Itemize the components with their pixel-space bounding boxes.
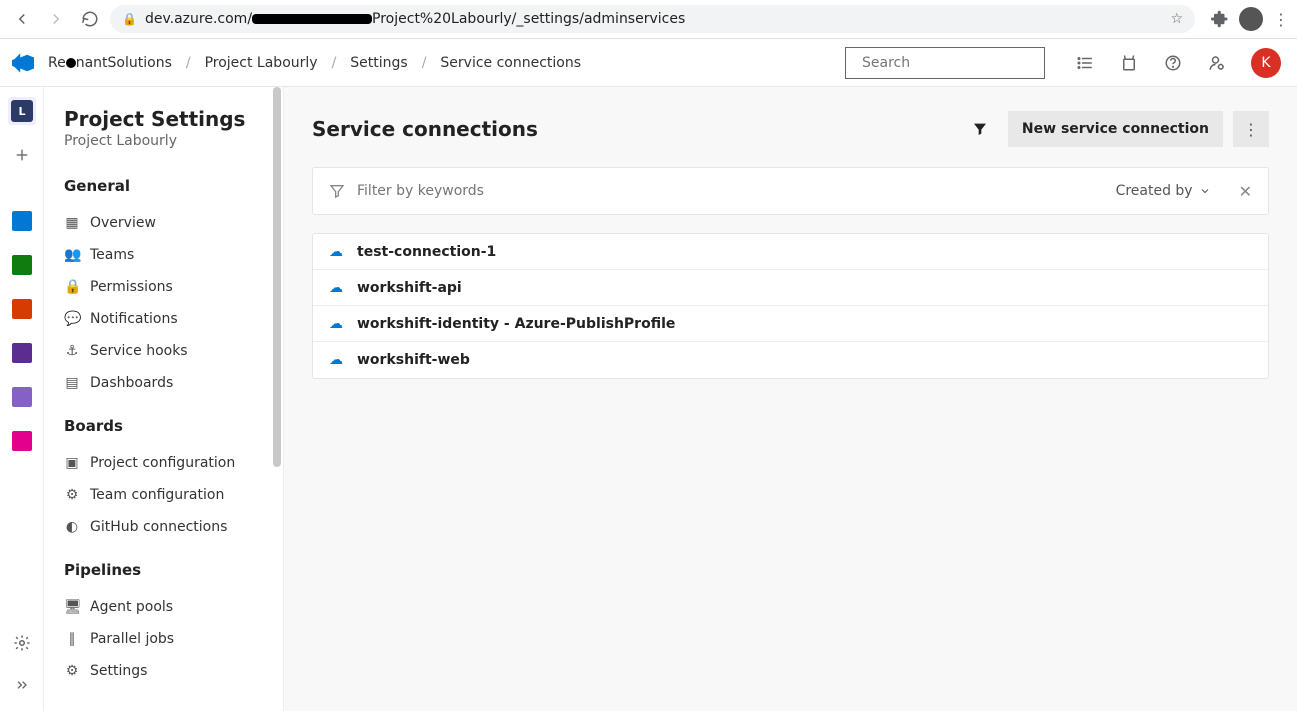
page-title: Project Settings <box>64 107 283 131</box>
hook-icon: ⚓ <box>64 343 80 359</box>
profile-avatar[interactable] <box>1239 7 1263 31</box>
connection-row[interactable]: ☁ workshift-identity - Azure-PublishProf… <box>313 306 1268 342</box>
rail-add-icon[interactable] <box>8 141 36 169</box>
github-icon: ◐ <box>64 519 80 535</box>
sidebar-item-dashboards[interactable]: ▤Dashboards <box>64 367 283 399</box>
sidebar-item-agent-pools[interactable]: 🖥Agent pools <box>64 591 283 623</box>
main-content: Service connections New service connecti… <box>284 87 1297 711</box>
clear-filter-icon[interactable]: ✕ <box>1239 182 1252 201</box>
rail-settings-icon[interactable] <box>8 629 36 657</box>
sidebar-item-github[interactable]: ◐GitHub connections <box>64 511 283 543</box>
connection-name: workshift-web <box>357 352 470 368</box>
azure-devops-logo-icon[interactable] <box>12 52 34 74</box>
funnel-icon <box>329 183 345 199</box>
azure-header: RenantSolutions / Project Labourly / Set… <box>0 39 1297 87</box>
svg-text:L: L <box>18 105 25 118</box>
chat-icon: 💬 <box>64 311 80 327</box>
global-search[interactable] <box>845 47 1045 79</box>
extensions-icon[interactable] <box>1211 10 1229 28</box>
teams-icon: 👥 <box>64 247 80 263</box>
browser-chrome: 🔒 dev.azure.com/Project%20Labourly/_sett… <box>0 0 1297 39</box>
agent-icon: 🖥 <box>64 599 80 615</box>
lock-icon: 🔒 <box>64 279 80 295</box>
rail-pipelines-icon[interactable] <box>8 339 36 367</box>
address-bar[interactable]: 🔒 dev.azure.com/Project%20Labourly/_sett… <box>110 5 1195 33</box>
rail-boards-icon[interactable] <box>8 251 36 279</box>
connection-row[interactable]: ☁ test-connection-1 <box>313 234 1268 270</box>
rail-testplans-icon[interactable] <box>8 383 36 411</box>
rail-expand-icon[interactable] <box>8 671 36 699</box>
breadcrumb: RenantSolutions / Project Labourly / Set… <box>48 55 581 71</box>
section-boards: Boards <box>64 417 283 435</box>
bookmark-star-icon[interactable]: ☆ <box>1170 11 1183 27</box>
sidebar-item-team-config[interactable]: ⚙Team configuration <box>64 479 283 511</box>
cloud-icon: ☁ <box>329 316 343 332</box>
connection-name: workshift-api <box>357 280 462 296</box>
user-avatar[interactable]: K <box>1251 48 1281 78</box>
section-general: General <box>64 177 283 195</box>
sidebar-item-project-config[interactable]: ▣Project configuration <box>64 447 283 479</box>
back-button[interactable] <box>8 5 36 33</box>
rail-artifacts-icon[interactable] <box>8 427 36 455</box>
more-actions-button[interactable]: ⋮ <box>1233 111 1269 147</box>
sidebar-item-permissions[interactable]: 🔒Permissions <box>64 271 283 303</box>
nav-rail: L <box>0 87 44 711</box>
connections-list: ☁ test-connection-1 ☁ workshift-api ☁ wo… <box>312 233 1269 379</box>
cloud-icon: ☁ <box>329 352 343 368</box>
sidebar-item-pipeline-settings[interactable]: ⚙Settings <box>64 655 283 687</box>
overview-icon: ▦ <box>64 215 80 231</box>
chrome-menu-icon[interactable]: ⋮ <box>1273 10 1289 29</box>
reload-button[interactable] <box>76 5 104 33</box>
breadcrumb-settings[interactable]: Settings <box>350 55 407 71</box>
connection-row[interactable]: ☁ workshift-api <box>313 270 1268 306</box>
lock-icon: 🔒 <box>122 12 137 26</box>
filter-input[interactable] <box>357 183 1104 199</box>
new-service-connection-button[interactable]: New service connection <box>1008 111 1223 147</box>
section-pipelines: Pipelines <box>64 561 283 579</box>
cloud-icon: ☁ <box>329 280 343 296</box>
project-config-icon: ▣ <box>64 455 80 471</box>
cloud-icon: ☁ <box>329 244 343 260</box>
team-config-icon: ⚙ <box>64 487 80 503</box>
rail-overview-icon[interactable] <box>8 207 36 235</box>
gear-icon: ⚙ <box>64 663 80 679</box>
parallel-icon: ∥ <box>64 631 80 647</box>
url-text: dev.azure.com/Project%20Labourly/_settin… <box>145 11 1162 27</box>
filter-bar: Created by ✕ <box>312 167 1269 215</box>
main-title: Service connections <box>312 117 538 141</box>
chevron-down-icon <box>1199 185 1211 197</box>
sidebar-item-service-hooks[interactable]: ⚓Service hooks <box>64 335 283 367</box>
created-by-dropdown[interactable]: Created by <box>1116 183 1211 199</box>
sidebar-item-notifications[interactable]: 💬Notifications <box>64 303 283 335</box>
settings-sidebar: Project Settings Project Labourly Genera… <box>44 87 284 711</box>
breadcrumb-project[interactable]: Project Labourly <box>205 55 318 71</box>
filter-icon[interactable] <box>962 111 998 147</box>
dashboard-icon: ▤ <box>64 375 80 391</box>
connection-name: test-connection-1 <box>357 244 496 260</box>
forward-button[interactable] <box>42 5 70 33</box>
connection-name: workshift-identity - Azure-PublishProfil… <box>357 316 675 332</box>
sidebar-item-parallel-jobs[interactable]: ∥Parallel jobs <box>64 623 283 655</box>
work-items-icon[interactable] <box>1075 53 1095 73</box>
breadcrumb-current[interactable]: Service connections <box>440 55 581 71</box>
rail-repos-icon[interactable] <box>8 295 36 323</box>
connection-row[interactable]: ☁ workshift-web <box>313 342 1268 378</box>
search-input[interactable] <box>862 55 1036 71</box>
page-subtitle: Project Labourly <box>64 133 283 149</box>
sidebar-item-teams[interactable]: 👥Teams <box>64 239 283 271</box>
created-by-label: Created by <box>1116 183 1193 199</box>
user-settings-icon[interactable] <box>1207 53 1227 73</box>
help-icon[interactable] <box>1163 53 1183 73</box>
marketplace-icon[interactable] <box>1119 53 1139 73</box>
sidebar-item-overview[interactable]: ▦Overview <box>64 207 283 239</box>
breadcrumb-org[interactable]: RenantSolutions <box>48 55 172 71</box>
rail-project-icon[interactable]: L <box>8 97 36 125</box>
breadcrumb-sep: / <box>186 55 191 71</box>
